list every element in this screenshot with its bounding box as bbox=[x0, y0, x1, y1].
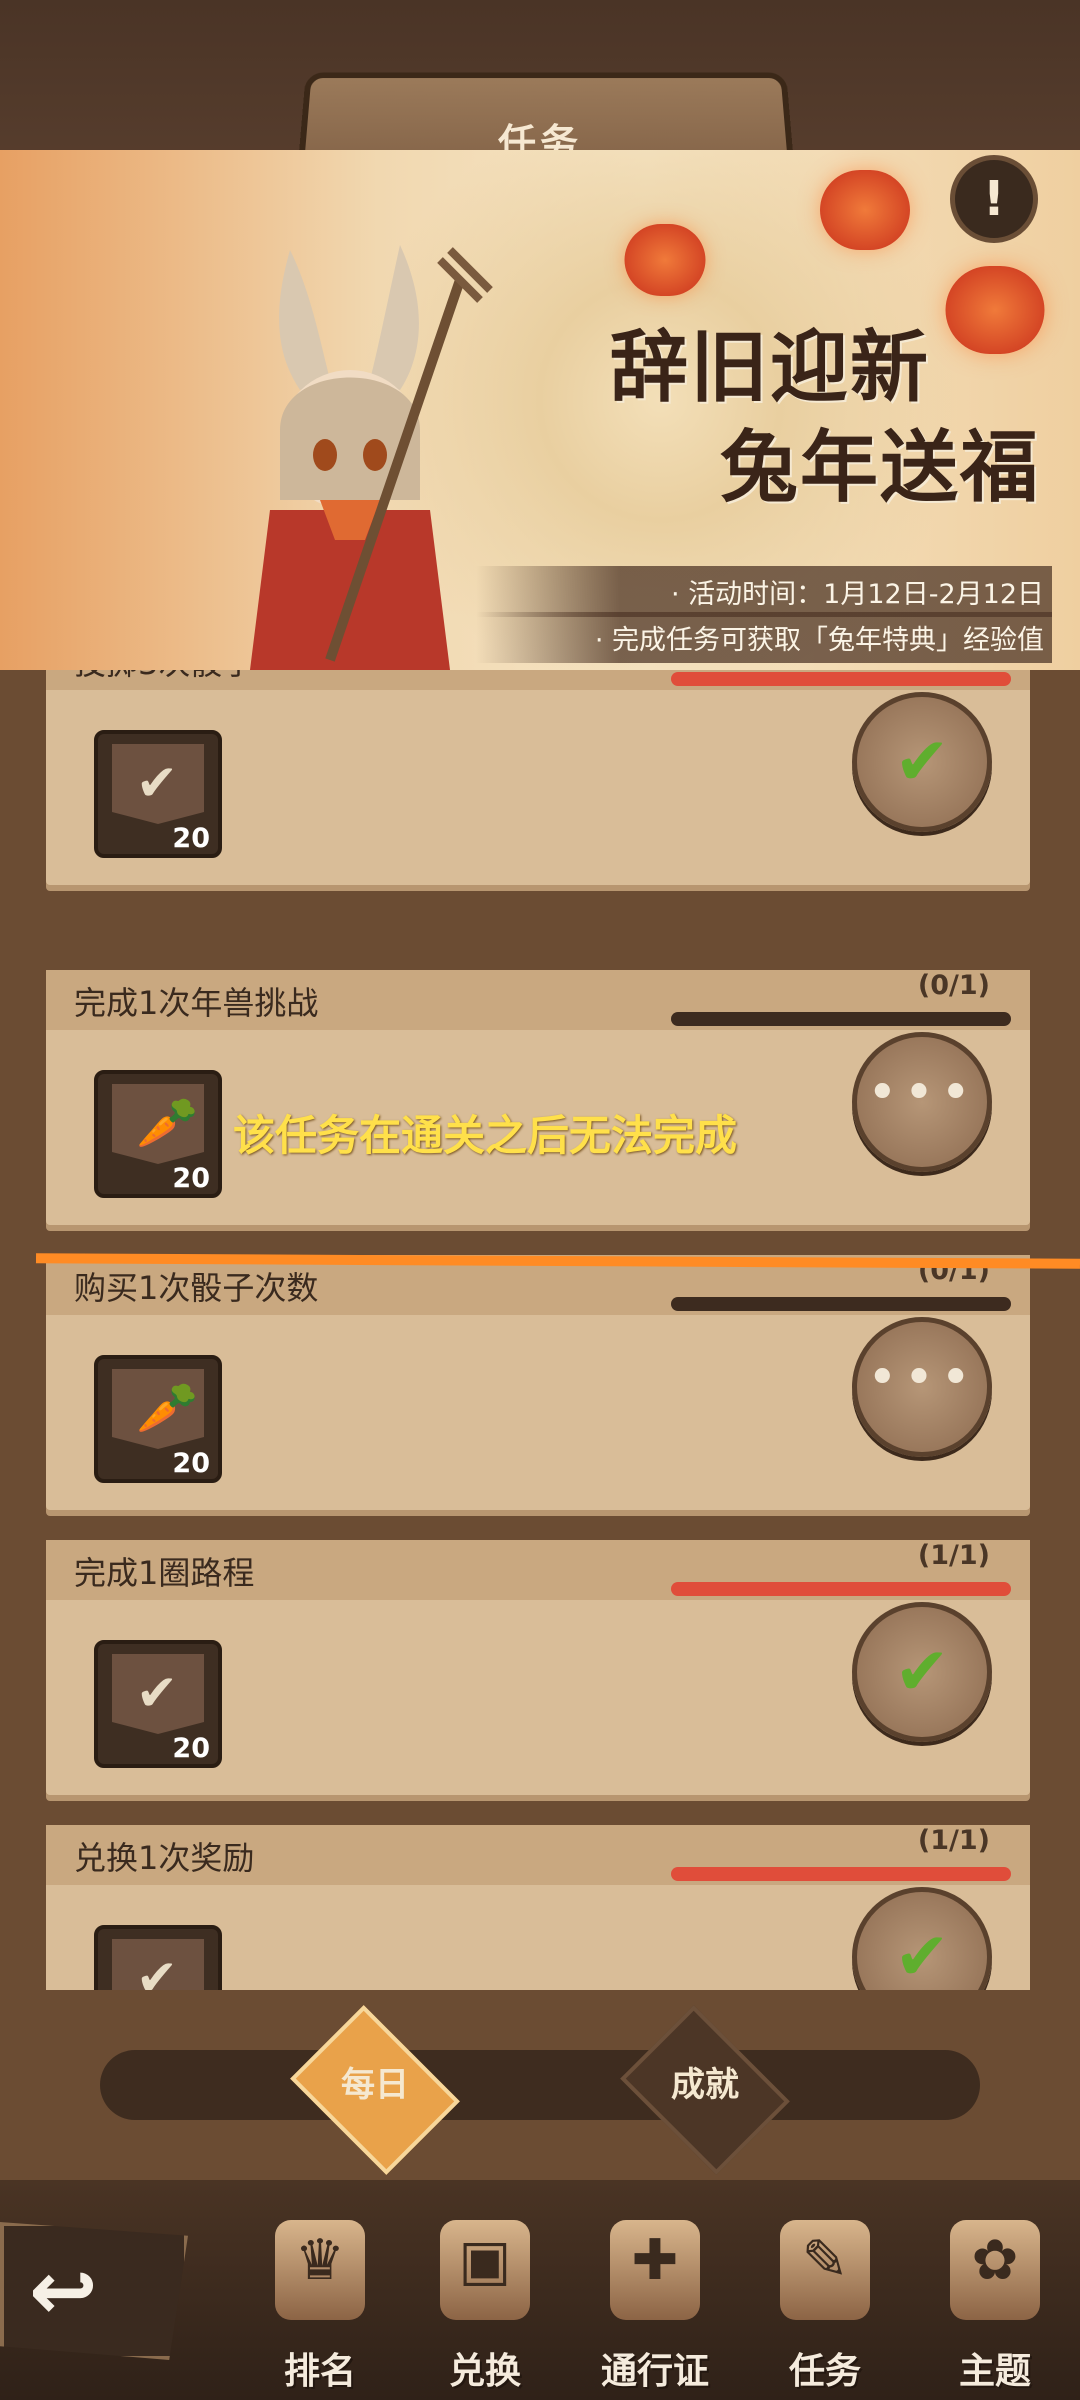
task-progress-bar bbox=[671, 1012, 1011, 1026]
task-progress-bar bbox=[671, 1582, 1011, 1596]
nav-label-pass: 通行证 bbox=[600, 2351, 709, 2392]
task-title: 购买1次骰子次数 bbox=[74, 1269, 319, 1307]
event-banner: 辞旧迎新 兔年送福 · 活动时间：1月12日-2月12日 · 完成任务可获取「兔… bbox=[0, 150, 1080, 670]
task-status-button[interactable]: ••• bbox=[852, 1032, 992, 1172]
reward-count: 20 bbox=[172, 823, 210, 854]
task-status-button[interactable]: ••• bbox=[852, 1317, 992, 1457]
tab-achievement[interactable]: 成就 bbox=[590, 2005, 820, 2175]
task-list[interactable]: 投掷3次骰子 (3/3) ✔ 20 ✔ 完成1次年兽挑战 (0/1) 🥕 20 … bbox=[0, 670, 1080, 1990]
back-arrow-icon: ↩ bbox=[29, 2244, 98, 2339]
task-title: 完成1圈路程 bbox=[74, 1554, 255, 1592]
back-button[interactable]: ↩ bbox=[0, 2222, 188, 2360]
bottom-nav: ↩ ♛ 排名 ▣ 兑换 ✚ 通行证 ✎ 任务 ✿ 主题 bbox=[0, 2180, 1080, 2400]
reward-item[interactable]: ✔ 20 bbox=[94, 730, 222, 858]
slogan-line2: 兔年送福 bbox=[720, 422, 1041, 513]
lantern-icon bbox=[820, 170, 910, 250]
ellipsis-icon: ••• bbox=[866, 1348, 977, 1408]
task-title: 兑换1次奖励 bbox=[74, 1839, 255, 1877]
reward-item[interactable]: ✔ 20 bbox=[94, 1925, 222, 1990]
task-card: 购买1次骰子次数 (0/1) 🥕 20 ••• bbox=[46, 1255, 1030, 1510]
reward-count: 20 bbox=[172, 1163, 210, 1194]
nav-item-task[interactable]: ✎ 任务 bbox=[745, 2220, 905, 2392]
tab-track bbox=[100, 2050, 980, 2120]
checkmark-icon: ✔ bbox=[894, 1918, 950, 1990]
task-progress-fill bbox=[671, 1867, 1011, 1881]
task-card-header: 完成1圈路程 (1/1) bbox=[46, 1540, 1030, 1600]
cloth-banner-icon: ✔ bbox=[136, 754, 178, 812]
treasure-chest-icon: ▣ bbox=[440, 2220, 530, 2320]
lantern-icon bbox=[624, 224, 706, 296]
task-card: 完成1次年兽挑战 (0/1) 🥕 20 ••• bbox=[46, 970, 1030, 1225]
reward-item[interactable]: 🥕 20 bbox=[94, 1070, 222, 1198]
cloth-banner-icon: ✔ bbox=[136, 1664, 178, 1722]
reward-count: 20 bbox=[172, 1733, 210, 1764]
task-progress-fill bbox=[671, 672, 1011, 686]
event-time: · 活动时间：1月12日-2月12日 bbox=[476, 566, 1052, 617]
winged-shield-icon: ✚ bbox=[610, 2220, 700, 2320]
nav-item-pass[interactable]: ✚ 通行证 bbox=[575, 2220, 735, 2392]
lantern-icon bbox=[945, 266, 1045, 354]
nav-item-ranking[interactable]: ♛ 排名 bbox=[240, 2220, 400, 2392]
tab-daily-label: 每日 bbox=[341, 2065, 409, 2105]
event-reward-info: · 完成任务可获取「兔年特典」经验值 bbox=[476, 612, 1052, 663]
reward-count: 20 bbox=[172, 1448, 210, 1479]
nav-label-task: 任务 bbox=[788, 2351, 861, 2392]
task-card: 完成1圈路程 (1/1) ✔ 20 ✔ bbox=[46, 1540, 1030, 1795]
nav-label-theme: 主题 bbox=[958, 2351, 1031, 2392]
annotation-text: 该任务在通关之后无法完成 bbox=[233, 1111, 738, 1160]
carrot-icon: 🥕 bbox=[136, 1379, 199, 1437]
tab-bar: 每日 成就 bbox=[0, 1990, 1080, 2180]
task-status-button[interactable]: ✔ bbox=[852, 692, 992, 832]
task-progress-text: (1/1) bbox=[917, 1540, 990, 1571]
reward-item[interactable]: 🥕 20 bbox=[94, 1355, 222, 1483]
task-status-button[interactable]: ✔ bbox=[852, 1602, 992, 1742]
carrot-icon: 🥕 bbox=[136, 1094, 199, 1152]
info-alert-button[interactable]: ! bbox=[950, 155, 1038, 243]
task-title: 完成1次年兽挑战 bbox=[74, 984, 319, 1022]
cloth-banner-icon: ✔ bbox=[136, 1949, 178, 1990]
task-card-header: 投掷3次骰子 (3/3) bbox=[46, 670, 1030, 690]
nav-item-theme[interactable]: ✿ 主题 bbox=[915, 2220, 1075, 2392]
tab-achievement-label: 成就 bbox=[671, 2065, 739, 2105]
checkmark-icon: ✔ bbox=[894, 723, 950, 800]
nav-label-exchange: 兑换 bbox=[448, 2351, 521, 2392]
task-card: 兑换1次奖励 (1/1) ✔ 20 ✔ bbox=[46, 1825, 1030, 1990]
trophy-icon: ♛ bbox=[275, 2220, 365, 2320]
task-title: 投掷3次骰子 bbox=[74, 670, 254, 684]
ellipsis-icon: ••• bbox=[866, 1063, 977, 1123]
exclamation-icon: ! bbox=[983, 171, 1005, 227]
rabbit-head-icon: ✿ bbox=[950, 2220, 1040, 2320]
checkmark-icon: ✔ bbox=[894, 1633, 950, 1710]
reward-item[interactable]: ✔ 20 bbox=[94, 1640, 222, 1768]
task-progress-text: (0/1) bbox=[917, 970, 990, 1001]
scroll-clock-icon: ✎ bbox=[780, 2220, 870, 2320]
task-progress-bar bbox=[671, 672, 1011, 686]
task-card-header: 兑换1次奖励 (1/1) bbox=[46, 1825, 1030, 1885]
bunny-girl-illustration bbox=[250, 245, 493, 670]
task-progress-bar bbox=[671, 1297, 1011, 1311]
tab-daily[interactable]: 每日 bbox=[260, 2005, 490, 2175]
nav-label-ranking: 排名 bbox=[283, 2351, 356, 2392]
task-progress-text: (1/1) bbox=[917, 1825, 990, 1856]
task-progress-bar bbox=[671, 1867, 1011, 1881]
slogan-line1: 辞旧迎新 bbox=[610, 322, 931, 413]
task-card-header: 完成1次年兽挑战 (0/1) bbox=[46, 970, 1030, 1030]
task-progress-fill bbox=[671, 1582, 1011, 1596]
task-status-button[interactable]: ✔ bbox=[852, 1887, 992, 1990]
task-card: 投掷3次骰子 (3/3) ✔ 20 ✔ bbox=[46, 670, 1030, 885]
nav-item-exchange[interactable]: ▣ 兑换 bbox=[405, 2220, 565, 2392]
